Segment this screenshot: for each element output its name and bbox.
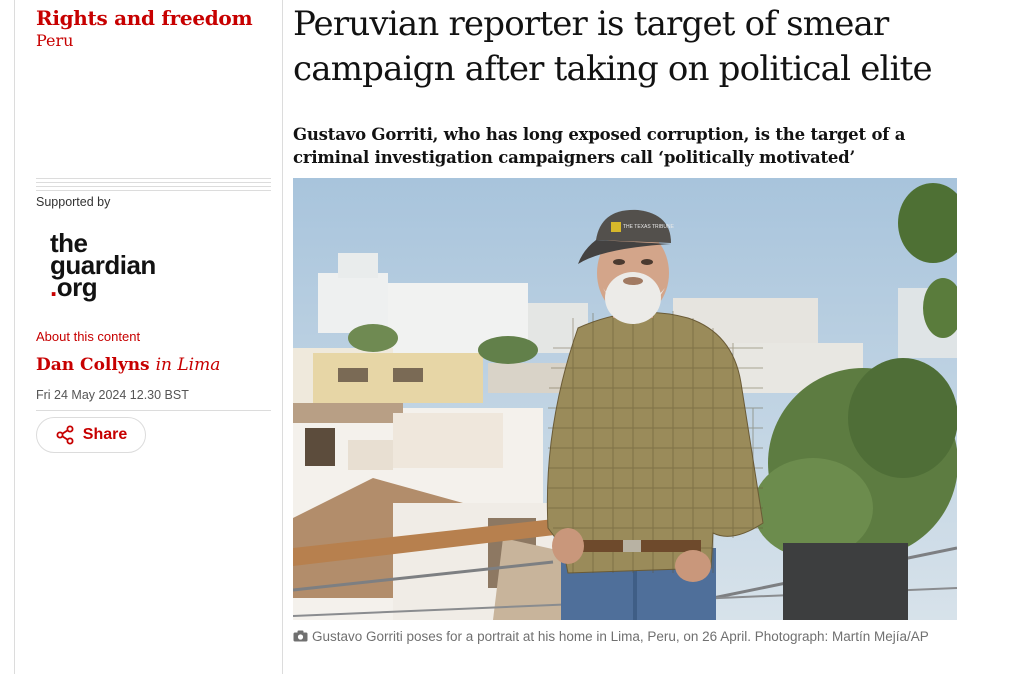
left-margin-line [14,0,15,674]
logo-org: org [56,272,98,302]
share-icon [56,425,74,445]
main-photo[interactable]: THE TEXAS TRIBUNE [293,178,957,620]
about-this-content-link[interactable]: About this content [36,329,140,344]
share-button[interactable]: Share [36,417,146,453]
share-label: Share [82,426,128,443]
guardian-org-logo[interactable]: the guardian .org [50,230,156,300]
standfirst: Gustavo Gorriti, who has long exposed co… [293,125,906,167]
portrait-photo-illustration: THE TEXAS TRIBUNE [293,178,957,620]
publication-date: Fri 24 May 2024 12.30 BST [36,388,189,402]
date-divider [36,410,271,411]
sidebar-rules [36,178,271,194]
byline-location: in Lima [155,355,221,375]
photo-caption: Gustavo Gorriti poses for a portrait at … [293,627,957,646]
column-divider [282,0,283,674]
cap-text: THE TEXAS TRIBUNE [623,224,675,230]
headline: Peruvian reporter is target of smear cam… [293,4,933,89]
logo-dot: . [50,272,57,302]
byline: Dan Collyns in Lima [36,355,220,375]
camera-icon [293,630,308,642]
section-link[interactable]: Rights and freedom [36,6,253,30]
author-link[interactable]: Dan Collyns [36,355,150,375]
supported-by-label: Supported by [36,195,111,209]
subsection-link[interactable]: Peru [36,31,73,50]
caption-text: Gustavo Gorriti poses for a portrait at … [312,629,929,644]
